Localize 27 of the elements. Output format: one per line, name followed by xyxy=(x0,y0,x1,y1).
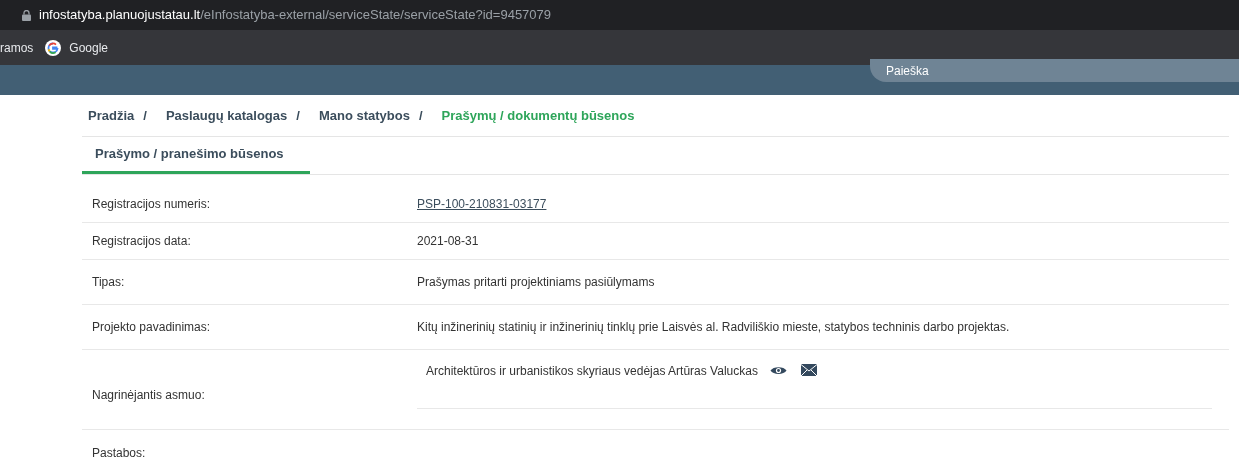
breadcrumb-link[interactable]: Pradžia xyxy=(88,105,135,126)
breadcrumb-separator: / xyxy=(143,106,147,125)
field-label: Nagrinėjantis asmuo: xyxy=(91,386,206,404)
registration-link[interactable]: PSP-100-210831-03177 xyxy=(417,195,547,213)
breadcrumb-link[interactable]: Mano statybos xyxy=(318,105,410,126)
bookmark-item[interactable]: ramos xyxy=(0,38,34,57)
breadcrumb-link[interactable]: Paslaugų katalogas xyxy=(165,105,288,126)
google-logo-icon xyxy=(45,39,62,56)
field-label: Projekto pavadinimas: xyxy=(91,319,212,336)
field-value: Kitų inžinerinių statinių ir inžinerinių tinklų prie Laisvės al. Radviliškio mieste, statybos techninis darbo projektas. xyxy=(417,319,1010,336)
lock-icon xyxy=(22,9,31,21)
field-label: Pastabos: xyxy=(91,445,147,462)
eye-icon[interactable] xyxy=(769,364,787,376)
bookmark-item[interactable]: Google xyxy=(45,38,109,57)
envelope-icon[interactable] xyxy=(800,364,817,376)
field-value: Prašymas pritarti projektiniams pasiūlymams xyxy=(417,274,655,291)
search-field[interactable]: Paieška xyxy=(870,59,1239,82)
url-text: infostatyba.planuojustatau.lt/eInfostatyba-external/serviceState/serviceState?id=9457079 xyxy=(39,6,552,25)
field-label: Registracijos data: xyxy=(91,233,192,250)
tab[interactable]: Prašymo / pranešimo būsenos xyxy=(82,137,310,174)
breadcrumb-separator: / xyxy=(296,106,300,125)
field-label: Registracijos numeris: xyxy=(91,196,212,213)
breadcrumb-separator: / xyxy=(418,106,423,125)
address-bar[interactable]: infostatyba.planuojustatau.lt/eInfostatyba-external/serviceState/serviceState?id=9457079 xyxy=(0,0,1239,30)
field-label: Tipas: xyxy=(91,274,126,291)
field-value: Architektūros ir urbanistikos skyriaus vedėjas Artūras Valuckas xyxy=(426,363,758,380)
field-value: 2021-08-31 xyxy=(417,233,479,250)
